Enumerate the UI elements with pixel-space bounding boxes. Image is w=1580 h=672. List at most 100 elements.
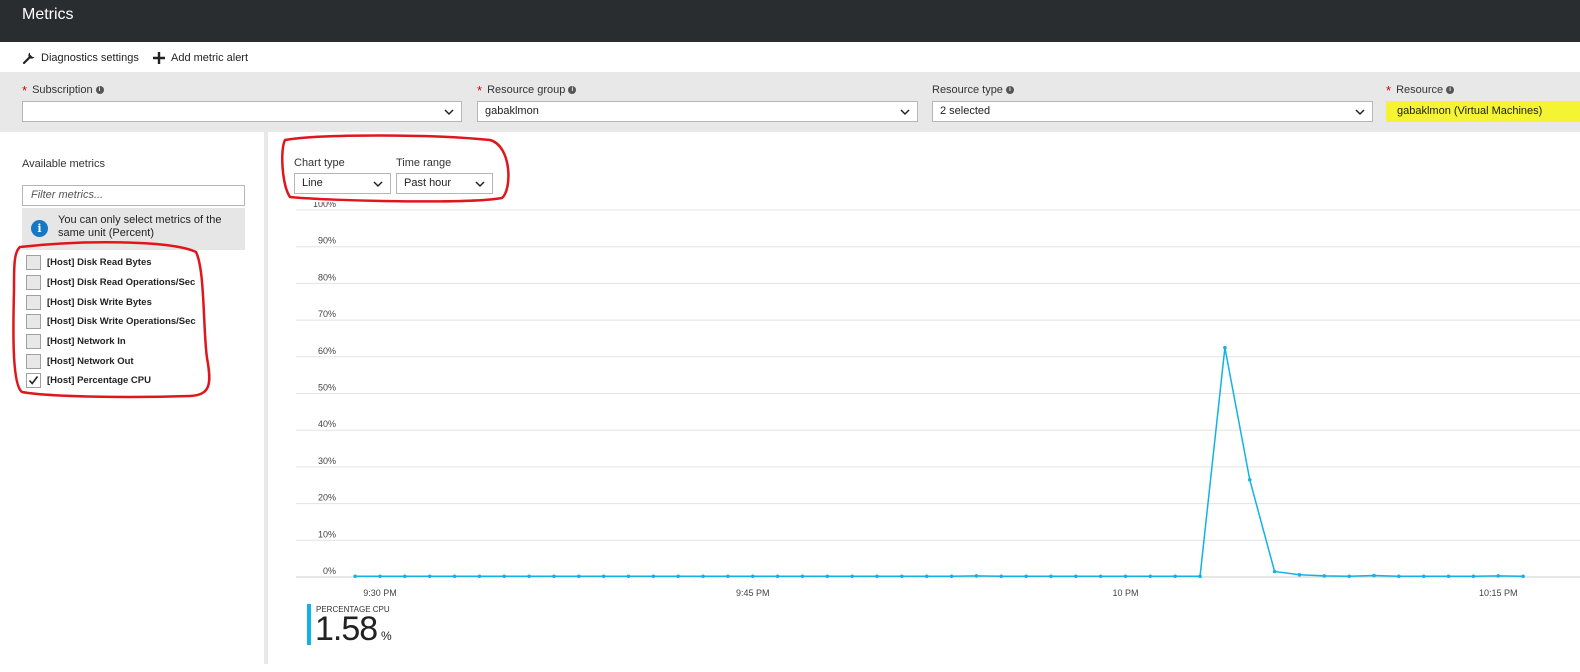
diagnostics-settings-button[interactable]: Diagnostics settings [22, 50, 139, 66]
data-point [502, 574, 507, 579]
metric-label: [Host] Disk Write Bytes [47, 296, 152, 308]
data-point [1098, 574, 1103, 579]
resource-type-dropdown[interactable]: 2 selected [932, 101, 1373, 122]
legend-unit: % [381, 629, 392, 643]
resource-type-filter: Resource type i 2 selected [932, 82, 1373, 122]
plus-icon [153, 52, 165, 64]
filter-metrics-input[interactable]: Filter metrics... [22, 185, 245, 206]
info-icon: i [1446, 86, 1455, 94]
add-metric-alert-button[interactable]: Add metric alert [152, 50, 248, 66]
metric-item[interactable]: [Host] Disk Read Bytes [26, 253, 196, 273]
metric-item[interactable]: [Host] Network In [26, 332, 196, 352]
info-icon: i [568, 86, 577, 94]
data-point [726, 574, 730, 579]
chart-type-dropdown[interactable]: Line [294, 173, 391, 194]
data-point [427, 574, 432, 579]
chevron-down-icon [475, 181, 485, 188]
chart-canvas: 0% 10% 20% 30% 40% 50% 60% 70% 80% 90% 100% 9:30 PM… [296, 202, 1580, 598]
y-tick-label: 80% [318, 272, 336, 282]
data-point [1322, 574, 1327, 578]
metric-label: [Host] Percentage CPU [47, 375, 151, 387]
data-point [1521, 574, 1525, 579]
data-point [850, 574, 854, 579]
data-point [626, 574, 631, 579]
metric-checkbox[interactable] [26, 334, 41, 350]
metric-item[interactable]: [Host] Disk Write Bytes [26, 292, 196, 312]
data-point [999, 574, 1004, 579]
wrench-icon [22, 52, 35, 65]
resource-filter-bar: * Subscription i * Resource group i gabaklmo… [0, 72, 1580, 132]
resource-filter: * Resource i gabaklmon (Virtual Machines) [1386, 82, 1580, 122]
unit-notice-text: You can only select metrics of the same … [58, 214, 222, 239]
data-point [1421, 574, 1426, 579]
data-point [601, 574, 606, 579]
unit-notice: i You can only select metrics of the sam… [22, 208, 245, 250]
toolbar: Diagnostics settings Add metric alert [0, 42, 1580, 72]
metric-label: [Host] Network In [47, 336, 126, 348]
resource-dropdown[interactable]: gabaklmon (Virtual Machines) [1386, 101, 1580, 122]
data-point [1123, 574, 1128, 579]
required-marker: * [1386, 82, 1392, 98]
metric-checkbox[interactable] [26, 255, 41, 271]
data-point [974, 574, 979, 578]
subscription-dropdown[interactable] [22, 101, 462, 122]
chart-panel: Chart type Line Time range Past hour 0% 1… [272, 132, 1580, 664]
data-point [701, 574, 705, 579]
data-point [1272, 569, 1277, 574]
data-point [825, 574, 830, 579]
info-circle-icon: i [31, 220, 48, 237]
time-range-label: Time range [396, 157, 452, 169]
chevron-down-icon [373, 181, 383, 188]
y-tick-label: 90% [318, 236, 336, 246]
metric-item[interactable]: [Host] Disk Read Operations/Sec [26, 273, 196, 293]
x-tick-label: 10:15 PM [1479, 588, 1518, 598]
metric-item[interactable]: [Host] Percentage CPU [26, 371, 196, 391]
resource-group-label: Resource group [487, 84, 566, 96]
required-marker: * [22, 82, 28, 98]
metric-checkbox[interactable] [26, 373, 41, 389]
metric-checkbox[interactable] [26, 275, 41, 291]
resource-group-filter: * Resource group i gabaklmon [477, 82, 918, 122]
data-point [875, 574, 879, 579]
data-point [1496, 574, 1501, 578]
metric-checkbox[interactable] [26, 294, 41, 310]
metric-item[interactable]: [Host] Network Out [26, 351, 196, 371]
metric-checkbox[interactable] [26, 353, 41, 369]
page-title: Metrics [22, 6, 74, 23]
y-tick-label: 20% [318, 493, 336, 503]
data-point [1247, 477, 1252, 482]
metric-checkbox[interactable] [26, 314, 41, 330]
resource-label: Resource [1396, 84, 1444, 96]
chart-type-label: Chart type [294, 157, 345, 169]
subscription-label: Subscription [32, 84, 93, 96]
resource-group-value: gabaklmon [485, 105, 539, 117]
data-point [1397, 574, 1401, 579]
diagnostics-settings-label: Diagnostics settings [41, 52, 139, 64]
legend-value: 1.58 [315, 610, 378, 648]
data-point [1223, 345, 1227, 350]
y-tick-label: 60% [318, 346, 336, 356]
data-point [1024, 574, 1028, 579]
chart-type-value: Line [302, 177, 323, 189]
title-bar: Metrics [0, 0, 1580, 42]
metric-item[interactable]: [Host] Disk Write Operations/Sec [26, 312, 196, 332]
data-point [750, 574, 755, 579]
data-point [378, 574, 382, 579]
resource-value: gabaklmon (Virtual Machines) [1397, 105, 1543, 117]
add-metric-alert-label: Add metric alert [171, 52, 249, 64]
y-tick-label: 70% [318, 309, 336, 319]
data-point [1297, 572, 1302, 577]
data-point [527, 574, 531, 579]
data-point [1372, 573, 1376, 578]
legend-color-bar [307, 604, 311, 645]
info-icon: i [1005, 86, 1014, 94]
y-tick-label: 30% [318, 456, 336, 466]
data-point [477, 574, 482, 579]
resource-group-dropdown[interactable]: gabaklmon [477, 101, 918, 122]
checkmark-icon [28, 376, 39, 386]
subscription-filter: * Subscription i [22, 82, 462, 122]
time-range-dropdown[interactable]: Past hour [396, 173, 493, 194]
data-point [1471, 574, 1476, 579]
line-chart: 0% 10% 20% 30% 40% 50% 60% 70% 80% 90% 100% 9:30 PM… [272, 202, 1580, 672]
chevron-down-icon [444, 109, 454, 116]
